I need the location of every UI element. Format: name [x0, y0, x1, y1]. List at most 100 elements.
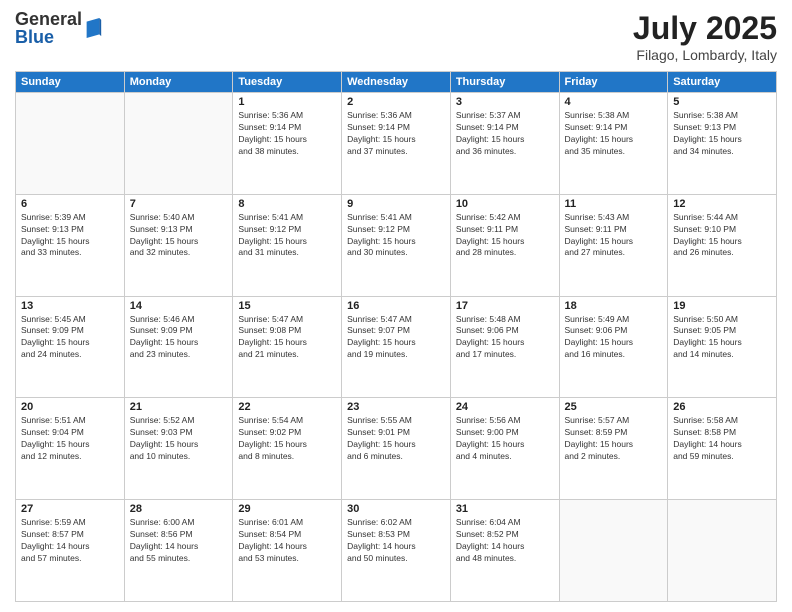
- day-info: Sunrise: 5:55 AMSunset: 9:01 PMDaylight:…: [347, 415, 445, 463]
- day-info: Sunrise: 5:49 AMSunset: 9:06 PMDaylight:…: [565, 314, 663, 362]
- table-row: 8 Sunrise: 5:41 AMSunset: 9:12 PMDaylight…: [233, 194, 342, 296]
- col-sunday: Sunday: [16, 72, 125, 93]
- table-row: 22 Sunrise: 5:54 AMSunset: 9:02 PMDayligh…: [233, 398, 342, 500]
- day-number: 31: [456, 503, 554, 515]
- table-row: 20 Sunrise: 5:51 AMSunset: 9:04 PMDayligh…: [16, 398, 125, 500]
- table-row: 27 Sunrise: 5:59 AMSunset: 8:57 PMDayligh…: [16, 500, 125, 602]
- day-info: Sunrise: 5:44 AMSunset: 9:10 PMDaylight:…: [673, 212, 771, 260]
- table-row: 14Sunrise: 5:46 AMSunset: 9:09 PMDayligh…: [124, 296, 233, 398]
- table-row: 21Sunrise: 5:52 AMSunset: 9:03 PMDayligh…: [124, 398, 233, 500]
- day-number: 28: [130, 503, 228, 515]
- day-number: 23: [347, 401, 445, 413]
- title-block: July 2025 Filago, Lombardy, Italy: [633, 10, 777, 63]
- month-title: July 2025: [633, 10, 777, 47]
- day-info: Sunrise: 5:57 AMSunset: 8:59 PMDaylight:…: [565, 415, 663, 463]
- table-row: 5Sunrise: 5:38 AMSunset: 9:13 PMDaylight…: [668, 93, 777, 195]
- table-row: 4 Sunrise: 5:38 AMSunset: 9:14 PMDaylight…: [559, 93, 668, 195]
- table-row: 30 Sunrise: 6:02 AMSunset: 8:53 PMDayligh…: [342, 500, 451, 602]
- day-number: 14: [130, 300, 228, 312]
- table-row: 2 Sunrise: 5:36 AMSunset: 9:14 PMDaylight…: [342, 93, 451, 195]
- logo-icon: [84, 18, 102, 38]
- table-row: 12Sunrise: 5:44 AMSunset: 9:10 PMDayligh…: [668, 194, 777, 296]
- day-number: 5: [673, 96, 771, 108]
- day-info: Sunrise: 5:38 AMSunset: 9:14 PMDaylight:…: [565, 110, 663, 158]
- calendar-table: Sunday Monday Tuesday Wednesday Thursday…: [15, 71, 777, 602]
- calendar-week-row: 20 Sunrise: 5:51 AMSunset: 9:04 PMDayligh…: [16, 398, 777, 500]
- day-info: Sunrise: 5:50 AMSunset: 9:05 PMDaylight:…: [673, 314, 771, 362]
- day-number: 20: [21, 401, 119, 413]
- day-info: Sunrise: 5:47 AMSunset: 9:08 PMDaylight:…: [238, 314, 336, 362]
- table-row: 11Sunrise: 5:43 AMSunset: 9:11 PMDayligh…: [559, 194, 668, 296]
- location-title: Filago, Lombardy, Italy: [633, 47, 777, 63]
- col-tuesday: Tuesday: [233, 72, 342, 93]
- day-info: Sunrise: 5:51 AMSunset: 9:04 PMDaylight:…: [21, 415, 119, 463]
- table-row: 29Sunrise: 6:01 AMSunset: 8:54 PMDayligh…: [233, 500, 342, 602]
- page: General Blue July 2025 Filago, Lombardy,…: [0, 0, 792, 612]
- day-number: 21: [130, 401, 228, 413]
- logo-blue: Blue: [15, 28, 82, 46]
- day-number: 6: [21, 198, 119, 210]
- day-info: Sunrise: 5:36 AMSunset: 9:14 PMDaylight:…: [238, 110, 336, 158]
- day-info: Sunrise: 5:58 AMSunset: 8:58 PMDaylight:…: [673, 415, 771, 463]
- table-row: 26 Sunrise: 5:58 AMSunset: 8:58 PMDayligh…: [668, 398, 777, 500]
- day-number: 18: [565, 300, 663, 312]
- day-info: Sunrise: 5:48 AMSunset: 9:06 PMDaylight:…: [456, 314, 554, 362]
- day-info: Sunrise: 5:54 AMSunset: 9:02 PMDaylight:…: [238, 415, 336, 463]
- logo-general: General: [15, 10, 82, 28]
- calendar-header-row: Sunday Monday Tuesday Wednesday Thursday…: [16, 72, 777, 93]
- table-row: 16Sunrise: 5:47 AMSunset: 9:07 PMDayligh…: [342, 296, 451, 398]
- calendar-week-row: 6 Sunrise: 5:39 AMSunset: 9:13 PMDaylight…: [16, 194, 777, 296]
- header: General Blue July 2025 Filago, Lombardy,…: [15, 10, 777, 63]
- table-row: 17Sunrise: 5:48 AMSunset: 9:06 PMDayligh…: [450, 296, 559, 398]
- table-row: 19 Sunrise: 5:50 AMSunset: 9:05 PMDayligh…: [668, 296, 777, 398]
- table-row: 24Sunrise: 5:56 AMSunset: 9:00 PMDayligh…: [450, 398, 559, 500]
- calendar-week-row: 13Sunrise: 5:45 AMSunset: 9:09 PMDayligh…: [16, 296, 777, 398]
- day-info: Sunrise: 6:02 AMSunset: 8:53 PMDaylight:…: [347, 517, 445, 565]
- day-info: Sunrise: 5:36 AMSunset: 9:14 PMDaylight:…: [347, 110, 445, 158]
- day-number: 26: [673, 401, 771, 413]
- day-number: 22: [238, 401, 336, 413]
- day-number: 11: [565, 198, 663, 210]
- table-row: 1Sunrise: 5:36 AMSunset: 9:14 PMDaylight…: [233, 93, 342, 195]
- day-info: Sunrise: 5:40 AMSunset: 9:13 PMDaylight:…: [130, 212, 228, 260]
- table-row: [124, 93, 233, 195]
- logo: General Blue: [15, 10, 102, 46]
- table-row: 13Sunrise: 5:45 AMSunset: 9:09 PMDayligh…: [16, 296, 125, 398]
- day-info: Sunrise: 5:37 AMSunset: 9:14 PMDaylight:…: [456, 110, 554, 158]
- table-row: [559, 500, 668, 602]
- table-row: 28Sunrise: 6:00 AMSunset: 8:56 PMDayligh…: [124, 500, 233, 602]
- day-number: 27: [21, 503, 119, 515]
- table-row: 3 Sunrise: 5:37 AMSunset: 9:14 PMDaylight…: [450, 93, 559, 195]
- day-number: 10: [456, 198, 554, 210]
- table-row: 18 Sunrise: 5:49 AMSunset: 9:06 PMDayligh…: [559, 296, 668, 398]
- col-saturday: Saturday: [668, 72, 777, 93]
- day-number: 13: [21, 300, 119, 312]
- day-info: Sunrise: 5:42 AMSunset: 9:11 PMDaylight:…: [456, 212, 554, 260]
- day-info: Sunrise: 5:41 AMSunset: 9:12 PMDaylight:…: [347, 212, 445, 260]
- day-info: Sunrise: 5:39 AMSunset: 9:13 PMDaylight:…: [21, 212, 119, 260]
- table-row: 6 Sunrise: 5:39 AMSunset: 9:13 PMDaylight…: [16, 194, 125, 296]
- day-number: 15: [238, 300, 336, 312]
- day-number: 4: [565, 96, 663, 108]
- table-row: 9Sunrise: 5:41 AMSunset: 9:12 PMDaylight…: [342, 194, 451, 296]
- day-info: Sunrise: 6:04 AMSunset: 8:52 PMDaylight:…: [456, 517, 554, 565]
- table-row: 31 Sunrise: 6:04 AMSunset: 8:52 PMDayligh…: [450, 500, 559, 602]
- day-number: 30: [347, 503, 445, 515]
- day-number: 25: [565, 401, 663, 413]
- table-row: 25 Sunrise: 5:57 AMSunset: 8:59 PMDayligh…: [559, 398, 668, 500]
- day-number: 3: [456, 96, 554, 108]
- day-number: 8: [238, 198, 336, 210]
- day-number: 24: [456, 401, 554, 413]
- col-friday: Friday: [559, 72, 668, 93]
- day-number: 2: [347, 96, 445, 108]
- day-info: Sunrise: 5:59 AMSunset: 8:57 PMDaylight:…: [21, 517, 119, 565]
- table-row: 15 Sunrise: 5:47 AMSunset: 9:08 PMDayligh…: [233, 296, 342, 398]
- table-row: 7 Sunrise: 5:40 AMSunset: 9:13 PMDaylight…: [124, 194, 233, 296]
- table-row: [668, 500, 777, 602]
- day-number: 29: [238, 503, 336, 515]
- day-info: Sunrise: 5:41 AMSunset: 9:12 PMDaylight:…: [238, 212, 336, 260]
- day-number: 19: [673, 300, 771, 312]
- day-number: 7: [130, 198, 228, 210]
- col-monday: Monday: [124, 72, 233, 93]
- table-row: [16, 93, 125, 195]
